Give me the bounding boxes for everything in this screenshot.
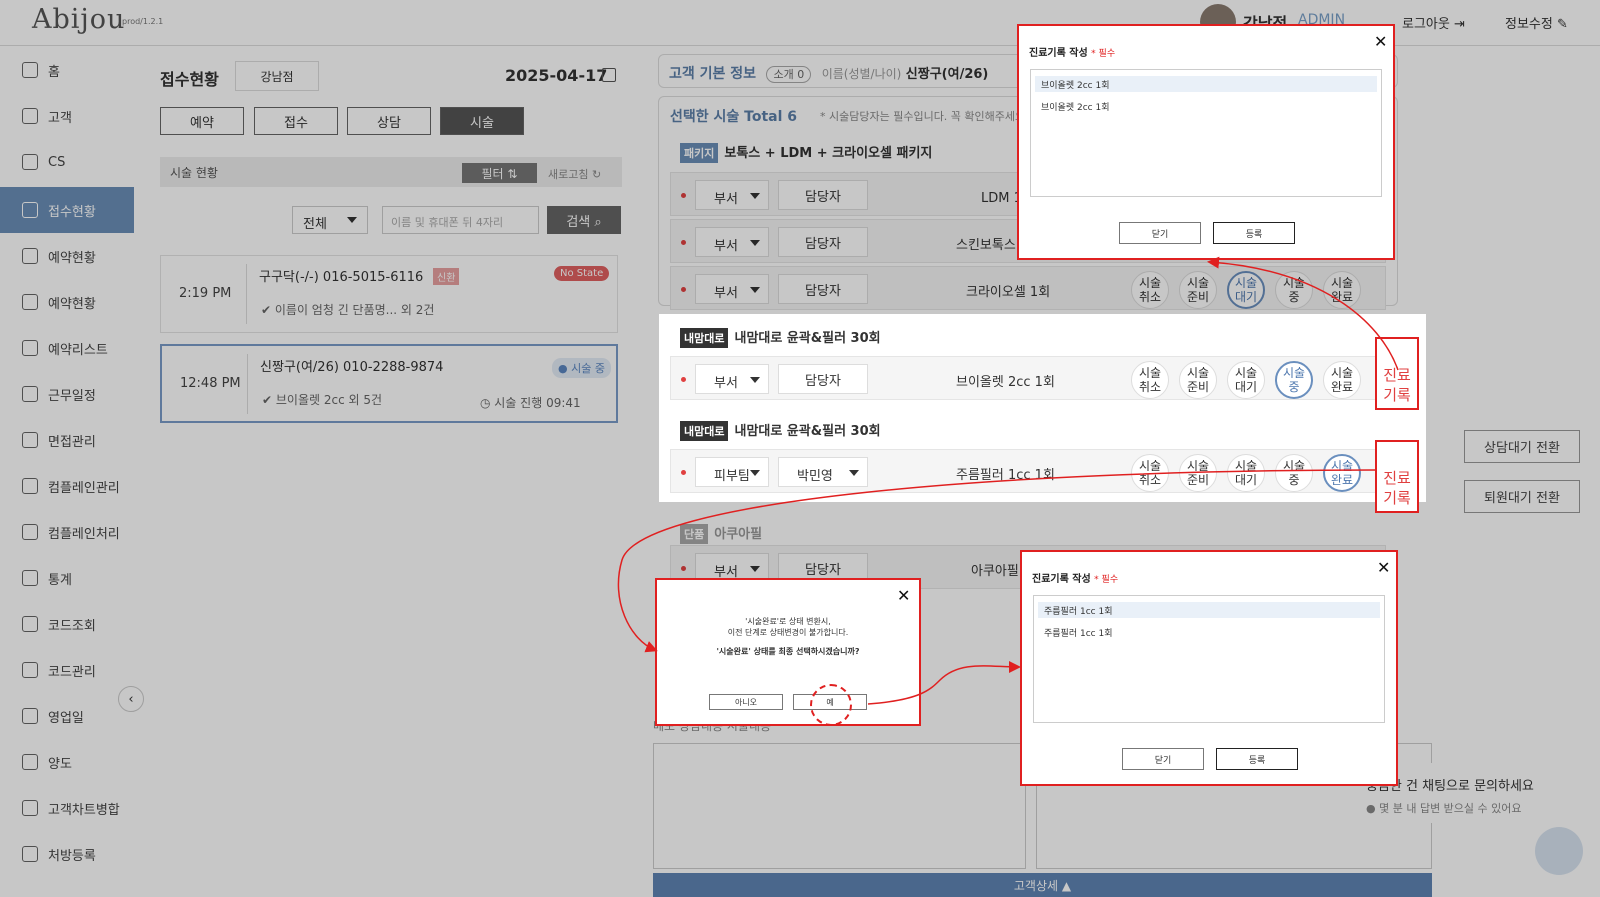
annotation-arrows — [617, 256, 1399, 705]
